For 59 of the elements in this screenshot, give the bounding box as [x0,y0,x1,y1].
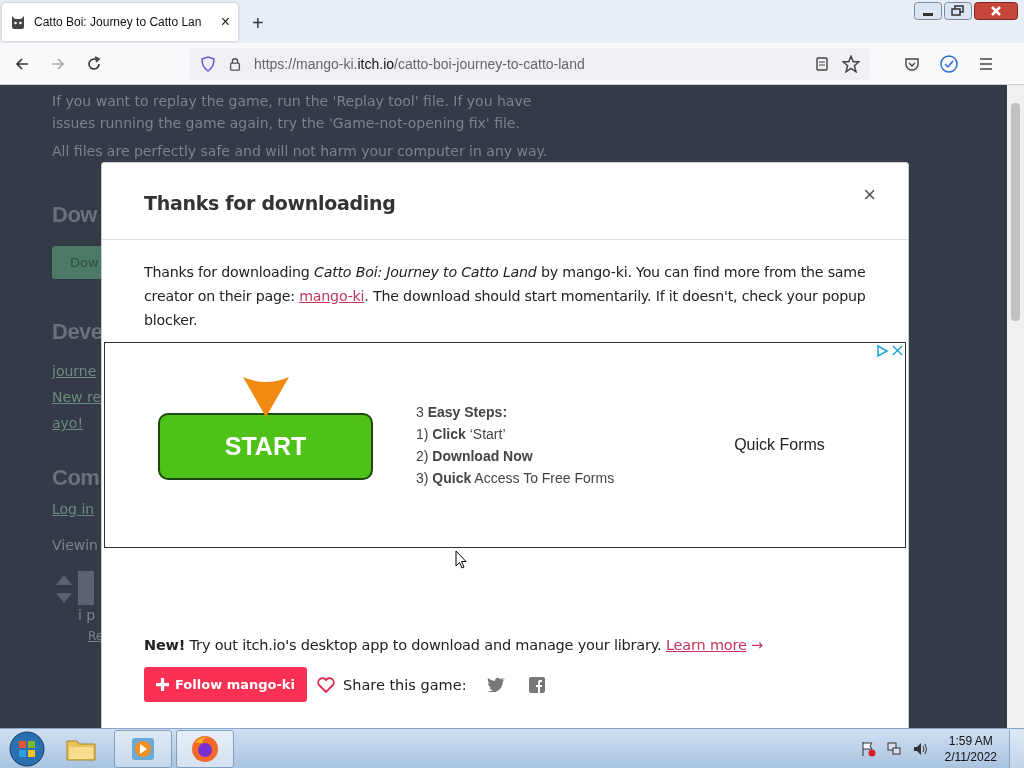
firefox-icon [191,734,219,763]
lock-icon [228,55,242,72]
new-tab-button[interactable]: + [252,12,264,35]
close-window-button[interactable] [974,2,1018,20]
cat-icon [10,14,26,30]
network-icon[interactable] [885,740,902,757]
download-message: Thanks for downloading Catto Boi: Journey to Catto Land by mango-ki. You can find more from the same creator on their page: mango-ki. The download should start momentarily. If it doesn't, check your popup blocker. [144,263,866,330]
clock-time[interactable]: 1:59 AM [948,732,993,749]
check-circle-icon[interactable] [940,54,958,73]
url-text: https://mango-ki.itch.io/catto-boi-journey-to-catto-land [254,55,585,72]
follow-button[interactable]: Follow mango-ki [144,667,307,702]
ad-heading: 3 Easy Steps: [416,404,509,420]
dialog-title: Thanks for downloading [144,192,396,214]
back-icon[interactable] [14,55,30,72]
promo-text: New! Try out itch.io's desktop app to download and manage your library. Learn more → [144,637,765,653]
learn-more-link[interactable]: Learn more [665,637,747,653]
play-triangle-icon[interactable] [876,345,888,357]
pocket-icon[interactable] [904,55,920,72]
close-icon[interactable] [892,345,903,356]
mouse-cursor-icon [455,550,467,569]
page-paragraph: If you want to replay the game, run the 'Replay tool' file. If you have issues running the game again, try the 'Game-not-opening fix' file. [52,92,533,133]
media-player-icon [130,735,156,762]
ad-step: 3) Quick Access To Free Forms [416,470,615,486]
page-paragraph: All files are perfectly safe and will not harm your computer in any way. [52,142,549,161]
start-icon[interactable] [9,730,45,767]
clock-date[interactable]: 2/11/2022 [944,748,997,765]
ad-step: 1) Click ‘Start’ [416,426,615,442]
reader-view-icon[interactable] [814,55,830,72]
scroll-thumb[interactable] [1011,103,1020,321]
close-tab-button[interactable]: × [220,13,230,31]
address-bar[interactable]: https://mango-ki.itch.io/catto-boi-journey-to-catto-land [190,47,870,80]
heart-icon[interactable] [317,676,335,693]
browser-tab[interactable]: Catto Boi: Journey to Catto Lan × [2,3,238,41]
ad-step: 2) Download Now [416,448,615,464]
plus-icon [156,678,169,691]
avatar [78,571,94,605]
page-link[interactable]: ayo! [52,415,84,431]
tab-title: Catto Boi: Journey to Catto Lan [34,15,203,29]
shield-icon [200,55,216,72]
page-link[interactable]: New re [52,389,102,405]
scrollbar[interactable] [1007,85,1024,728]
arrow-down-icon [243,377,289,417]
reload-icon[interactable] [86,55,102,72]
star-icon[interactable] [842,54,860,73]
flag-icon[interactable] [859,740,876,757]
ad-text: Quick Forms [734,436,825,454]
creator-link[interactable]: mango-ki [299,288,365,304]
page-text: Viewin [52,537,98,553]
minimize-button[interactable] [914,2,942,20]
arrow-text: → [751,637,764,653]
page-link[interactable]: journe [52,363,97,379]
bird-icon[interactable] [486,677,505,692]
close-button[interactable]: × [859,182,880,208]
facebook-icon[interactable] [528,676,545,693]
menu-icon[interactable] [978,55,994,72]
restore-button[interactable] [944,2,972,20]
share-label: Share this game: [343,676,467,693]
taskbar-button[interactable] [176,729,234,768]
page-link[interactable]: Log in [52,501,95,517]
